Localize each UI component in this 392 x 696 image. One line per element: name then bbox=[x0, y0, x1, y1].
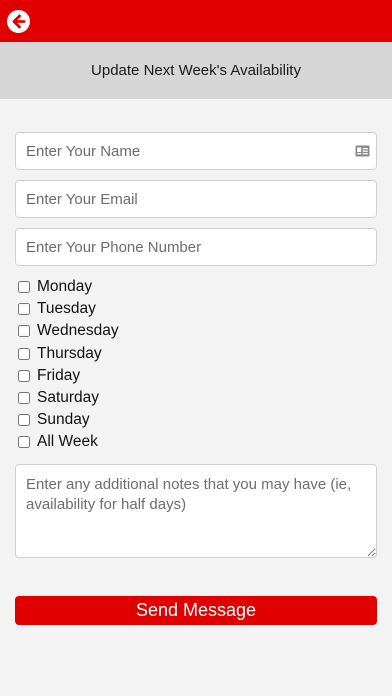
day-option-all-week: All Week bbox=[18, 431, 119, 453]
wednesday-label[interactable]: Wednesday bbox=[37, 322, 119, 340]
sunday-checkbox[interactable] bbox=[18, 414, 30, 427]
tuesday-label[interactable]: Tuesday bbox=[37, 300, 96, 318]
back-button[interactable] bbox=[7, 10, 30, 33]
day-option-friday: Friday bbox=[18, 365, 119, 387]
thursday-label[interactable]: Thursday bbox=[37, 345, 102, 363]
back-arrow-icon bbox=[12, 14, 26, 29]
day-checkbox-list: Monday Tuesday Wednesday Thursday Friday… bbox=[18, 276, 119, 454]
email-input[interactable] bbox=[15, 180, 377, 218]
day-option-saturday: Saturday bbox=[18, 387, 119, 409]
day-option-monday: Monday bbox=[18, 276, 119, 298]
name-input[interactable] bbox=[15, 132, 377, 170]
all-week-checkbox[interactable] bbox=[18, 436, 30, 449]
friday-checkbox[interactable] bbox=[18, 369, 30, 382]
tuesday-checkbox[interactable] bbox=[18, 303, 30, 316]
send-message-button[interactable]: Send Message bbox=[15, 596, 377, 625]
saturday-checkbox[interactable] bbox=[18, 392, 30, 405]
contact-card-icon bbox=[355, 145, 370, 157]
day-option-wednesday: Wednesday bbox=[18, 320, 119, 342]
sunday-label[interactable]: Sunday bbox=[37, 411, 90, 429]
day-option-thursday: Thursday bbox=[18, 343, 119, 365]
friday-label[interactable]: Friday bbox=[37, 367, 80, 385]
top-bar bbox=[0, 0, 392, 42]
all-week-label[interactable]: All Week bbox=[37, 433, 98, 451]
thursday-checkbox[interactable] bbox=[18, 347, 30, 360]
notes-textarea[interactable] bbox=[15, 464, 377, 558]
day-option-sunday: Sunday bbox=[18, 409, 119, 431]
day-option-tuesday: Tuesday bbox=[18, 298, 119, 320]
page-header: Update Next Week's Availability bbox=[0, 42, 392, 99]
saturday-label[interactable]: Saturday bbox=[37, 389, 99, 407]
wednesday-checkbox[interactable] bbox=[18, 325, 30, 338]
monday-label[interactable]: Monday bbox=[37, 278, 92, 296]
phone-input[interactable] bbox=[15, 228, 377, 266]
monday-checkbox[interactable] bbox=[18, 281, 30, 294]
page-title: Update Next Week's Availability bbox=[91, 62, 301, 79]
